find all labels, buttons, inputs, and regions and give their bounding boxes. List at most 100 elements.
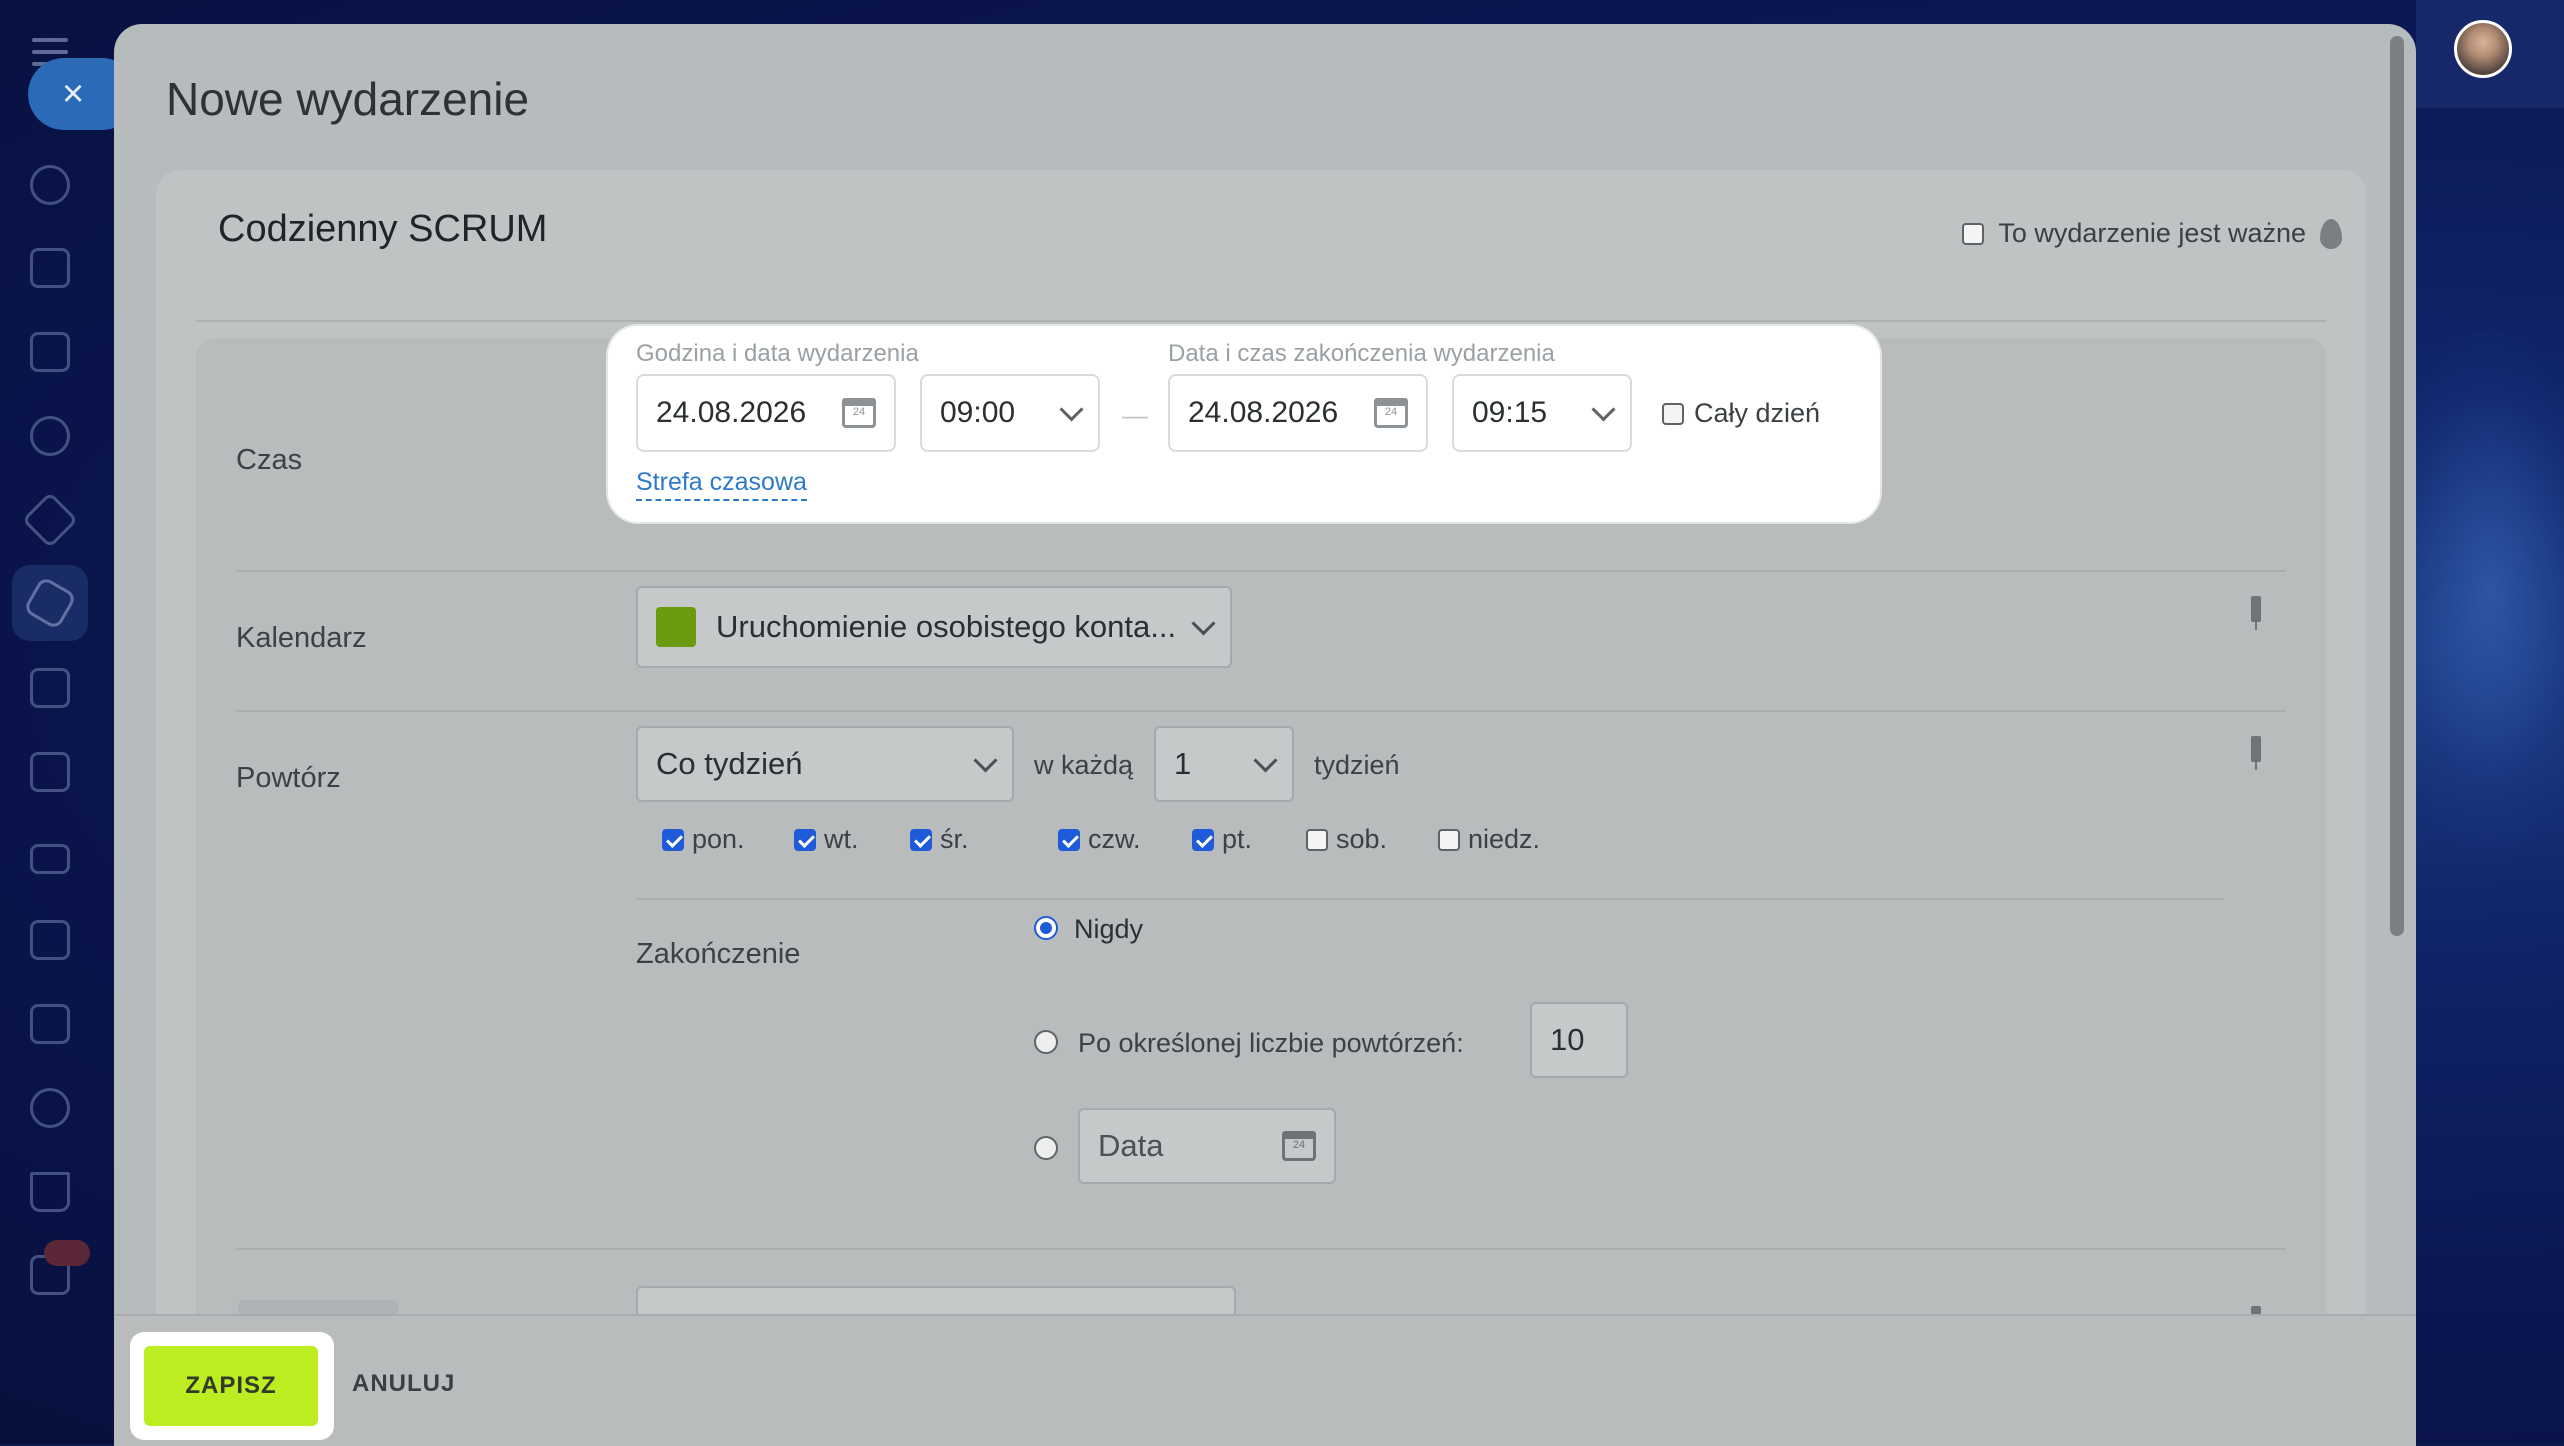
ending-date-input[interactable]: Data 24 [1078,1108,1336,1184]
pin-icon[interactable] [2251,596,2261,630]
calendar-icon[interactable]: 24 [1282,1131,1316,1161]
weekday-thu[interactable]: czw. [1058,824,1141,855]
copilot-icon[interactable] [21,491,79,549]
repeat-row-label: Powtórz [236,762,341,794]
save-button[interactable]: ZAPISZ [144,1346,318,1426]
weekday-checkbox[interactable] [1438,828,1460,851]
every-label: w każdą [1034,750,1134,780]
footer-bar [114,1314,2416,1446]
chevron-down-icon [1591,396,1616,422]
event-slider-panel: Nowe wydarzenie Codzienny SCRUM To wydar… [114,24,2416,1444]
weekday-label: pt. [1222,824,1253,854]
start-time-value: 09:00 [940,396,1016,429]
repeat-frequency-value: Co tydzień [656,746,803,781]
all-day-checkbox[interactable] [1662,402,1684,425]
repeat-interval-value: 1 [1174,746,1192,781]
weekday-fri[interactable]: pt. [1192,824,1252,855]
weekday-sun[interactable]: niedz. [1438,824,1540,855]
repeat-frequency-select[interactable]: Co tydzień [636,726,1014,802]
end-time-select[interactable]: 09:15 [1452,374,1632,452]
ending-never-label: Nigdy [1074,914,1144,944]
repeat-interval-select[interactable]: 1 [1154,726,1294,802]
sites-icon[interactable] [30,1088,70,1128]
divider [236,1248,2286,1250]
calendar-color-swatch [656,607,696,647]
notification-badge [44,1240,90,1266]
start-date-value: 24.08.2026 [656,396,807,429]
cancel-button[interactable]: ANULUJ [352,1370,455,1398]
important-label: To wydarzenie jest ważne [1998,218,2306,248]
end-date-input[interactable]: 24.08.2026 24 [1168,374,1428,452]
range-separator: — [1122,400,1148,430]
start-time-select[interactable]: 09:00 [920,374,1100,452]
start-label: Godzina i data wydarzenia [636,340,919,367]
weekday-checkbox[interactable] [1058,828,1080,851]
calendar-select-value: Uruchomienie osobistego konta... [716,609,1177,644]
weekday-mon[interactable]: pon. [662,824,745,855]
ending-count-value: 10 [1550,1022,1585,1057]
knowledge-icon[interactable] [30,752,70,792]
start-date-input[interactable]: 24.08.2026 24 [636,374,896,452]
event-name-input[interactable]: Codzienny SCRUM [218,208,547,251]
weekday-checkbox[interactable] [794,828,816,851]
time-row-label: Czas [236,444,303,476]
page-title: Nowe wydarzenie [166,73,530,125]
left-rail [0,0,114,1444]
tasks-icon[interactable] [30,332,70,372]
divider [236,570,2286,572]
time-highlight: Godzina i data wydarzenia 24.08.2026 24 … [608,326,1880,522]
weekday-label: wt. [824,824,859,854]
divider [196,320,2326,322]
flame-icon [2320,218,2342,249]
chat-icon[interactable] [30,416,70,456]
weekday-checkbox[interactable] [1306,828,1328,851]
divider [236,710,2286,712]
ending-date-radio[interactable] [1034,1136,1058,1160]
weekday-tue[interactable]: wt. [794,824,859,855]
feed-icon[interactable] [30,248,70,288]
weekday-sat[interactable]: sob. [1306,824,1387,855]
calendar-rail-icon[interactable] [30,668,70,708]
avatar[interactable] [2454,20,2512,78]
divider [636,898,2224,900]
ending-count-input[interactable]: 10 [1530,1002,1628,1078]
documents-icon[interactable] [30,920,70,960]
weekday-label: śr. [940,824,969,854]
close-icon: × [62,72,85,115]
ending-count-label: Po określonej liczbie powtórzeń: [1078,1028,1464,1058]
weekday-checkbox[interactable] [1192,828,1214,851]
workgroups-icon[interactable] [30,1004,70,1044]
important-checkbox[interactable] [1962,222,1985,245]
calendar-row-label: Kalendarz [236,622,367,654]
chevron-down-icon [1253,747,1278,773]
unit-label: tydzień [1314,750,1400,780]
weekday-label: pon. [692,824,745,854]
scrollbar[interactable] [2390,36,2404,936]
cart-icon[interactable] [30,1172,70,1212]
calendar-icon[interactable]: 24 [842,398,876,428]
weekday-label: sob. [1336,824,1388,854]
end-time-value: 09:15 [1472,396,1548,429]
ending-date-placeholder: Data [1098,1128,1164,1163]
calendar-icon[interactable]: 24 [1374,398,1408,428]
pin-icon[interactable] [2251,736,2261,770]
drive-icon[interactable] [30,844,70,874]
weekday-checkbox[interactable] [662,828,684,851]
important-toggle[interactable]: To wydarzenie jest ważne [1962,218,2342,249]
weekday-wed[interactable]: śr. [910,824,969,855]
weekday-label: czw. [1088,824,1141,854]
end-date-value: 24.08.2026 [1188,396,1339,429]
weekday-label: niedz. [1468,824,1541,854]
ending-count-radio[interactable] [1034,1030,1058,1054]
ending-label: Zakończenie [636,938,801,970]
activity-icon[interactable] [30,165,70,205]
all-day-toggle[interactable]: Cały dzień [1662,398,1820,429]
timezone-link[interactable]: Strefa czasowa [636,468,807,501]
weekday-checkbox[interactable] [910,828,932,851]
calendar-select[interactable]: Uruchomienie osobistego konta... [636,586,1232,668]
all-day-label: Cały dzień [1694,398,1821,428]
ending-never-radio[interactable] [1034,916,1058,940]
chevron-down-icon [973,747,998,773]
end-label: Data i czas zakończenia wydarzenia [1168,340,1555,367]
chevron-down-icon [1191,610,1216,636]
